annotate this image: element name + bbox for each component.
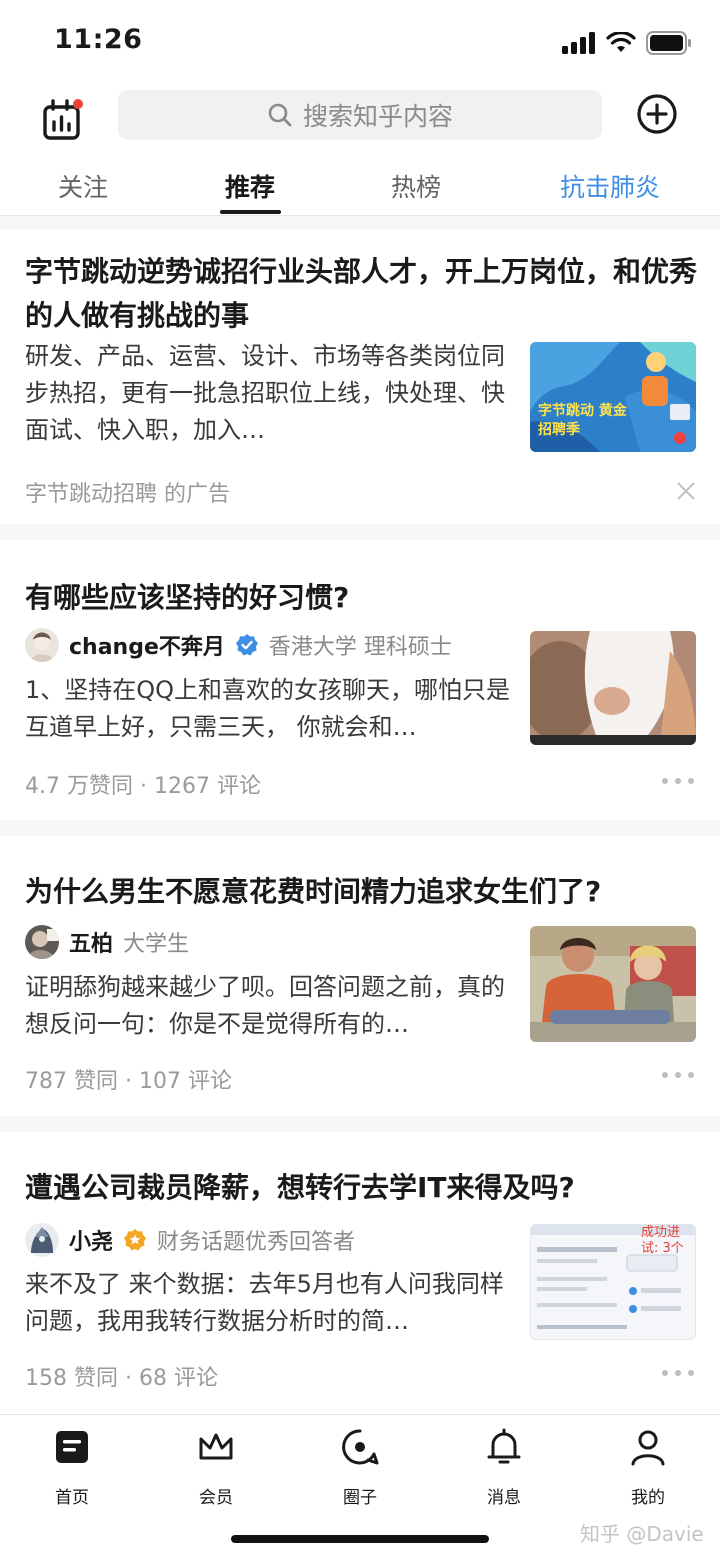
author-row[interactable]: 小尧 财务话题优秀回答者 xyxy=(25,1223,355,1257)
question-title[interactable]: 遭遇公司裁员降薪，想转行去学IT来得及吗? xyxy=(25,1166,700,1210)
thumb-caption: 成功进 试: 3个 xyxy=(641,1225,684,1256)
tab-follow[interactable]: 关注 xyxy=(58,168,108,204)
tab-hot-list[interactable]: 热榜 xyxy=(391,168,441,204)
circle-chat-icon xyxy=(342,1429,379,1465)
home-icon xyxy=(56,1431,88,1463)
author-row[interactable]: 五柏 大学生 xyxy=(25,925,189,959)
tab-recommend[interactable]: 推荐 xyxy=(225,168,275,204)
ad-thumbnail[interactable]: 字节跳动 黄金招聘季 xyxy=(530,342,696,452)
answer-thumbnail[interactable] xyxy=(530,631,696,745)
top-bar: 搜索知乎内容 关注 推荐 热榜 抗击肺炎 xyxy=(0,84,720,216)
nav-membership[interactable]: 会员 xyxy=(166,1427,266,1508)
answer-excerpt[interactable]: 1、坚持在QQ上和喜欢的女孩聊天，哪怕只是互道早上好，只需三天， 你就会和… xyxy=(25,672,515,746)
avatar[interactable] xyxy=(25,925,59,959)
author-row[interactable]: change不奔月 香港大学 理科硕士 xyxy=(25,628,452,662)
wifi-icon xyxy=(606,32,636,52)
feed-tabs: 关注 推荐 热榜 抗击肺炎 xyxy=(0,168,720,216)
more-icon[interactable] xyxy=(662,776,694,786)
question-title[interactable]: 为什么男生不愿意花费时间精力追求女生们了? xyxy=(25,870,700,914)
battery-icon xyxy=(646,31,691,55)
search-box[interactable]: 搜索知乎内容 xyxy=(118,90,602,140)
feed-card[interactable]: 遭遇公司裁员降薪，想转行去学IT来得及吗? 小尧 财务话题优秀回答者 来不及了 … xyxy=(0,1132,720,1414)
more-icon[interactable] xyxy=(662,1070,694,1080)
nav-label: 我的 xyxy=(631,1488,665,1508)
nav-home[interactable]: 首页 xyxy=(22,1427,122,1508)
answer-excerpt[interactable]: 证明舔狗越来越少了呗。回答问题之前，真的想反问一句：你是不是觉得所有的… xyxy=(25,969,515,1043)
answer-stats: 158 赞同 · 68 评论 xyxy=(25,1366,218,1391)
ad-title[interactable]: 字节跳动逆势诚招行业头部人才，开上万岗位，和优秀的人做有挑战的事 xyxy=(25,250,700,338)
nav-messages[interactable]: 消息 xyxy=(454,1427,554,1508)
add-icon[interactable] xyxy=(636,93,678,135)
nav-circles[interactable]: 圈子 xyxy=(310,1427,410,1508)
excellent-answerer-badge-icon xyxy=(124,1229,147,1251)
answer-thumbnail[interactable]: 成功进 试: 3个 xyxy=(530,1224,696,1340)
author-bio: 财务话题优秀回答者 xyxy=(157,1230,356,1255)
author-name[interactable]: 小尧 xyxy=(69,1224,113,1256)
question-title[interactable]: 有哪些应该坚持的好习惯? xyxy=(25,576,700,620)
author-bio: 香港大学 理科硕士 xyxy=(268,635,452,660)
feed-card[interactable]: 为什么男生不愿意花费时间精力追求女生们了? 五柏 大学生 证明舔狗越来越少了呗。… xyxy=(0,836,720,1116)
home-indicator xyxy=(231,1535,489,1543)
nav-profile[interactable]: 我的 xyxy=(598,1427,698,1508)
nav-label: 首页 xyxy=(55,1488,89,1508)
author-name[interactable]: 五柏 xyxy=(69,926,113,958)
more-icon[interactable] xyxy=(662,1368,694,1378)
status-icons xyxy=(562,28,692,58)
search-icon xyxy=(268,103,292,127)
person-icon xyxy=(631,1430,665,1466)
signal-icon xyxy=(562,32,595,54)
verified-badge-icon xyxy=(235,634,258,656)
ad-card[interactable]: 字节跳动逆势诚招行业头部人才，开上万岗位，和优秀的人做有挑战的事 研发、产品、运… xyxy=(0,230,720,524)
answer-thumbnail[interactable] xyxy=(530,926,696,1042)
ad-thumb-text: 字节跳动 黄金招聘季 xyxy=(538,403,627,438)
answer-stats: 787 赞同 · 107 评论 xyxy=(25,1069,232,1094)
ad-sponsor: 字节跳动招聘 的广告 xyxy=(25,482,230,507)
feed-card[interactable]: 有哪些应该坚持的好习惯? change不奔月 香港大学 理科硕士 1、坚持在QQ… xyxy=(0,540,720,820)
answer-excerpt[interactable]: 来不及了 来个数据：去年5月也有人问我同样问题，我用我转行数据分析时的简… xyxy=(25,1266,515,1340)
tab-fight-pneumonia[interactable]: 抗击肺炎 xyxy=(560,168,660,204)
active-tab-indicator xyxy=(220,210,281,214)
avatar[interactable] xyxy=(25,1223,59,1257)
nav-label: 圈子 xyxy=(343,1488,377,1508)
author-bio: 大学生 xyxy=(123,932,190,957)
avatar[interactable] xyxy=(25,628,59,662)
ad-excerpt[interactable]: 研发、产品、运营、设计、市场等各类岗位同步热招，更有一批急招职位上线，快处理、快… xyxy=(25,338,515,449)
author-name[interactable]: change不奔月 xyxy=(69,629,225,661)
close-icon[interactable] xyxy=(674,479,698,503)
answer-stats: 4.7 万赞同 · 1267 评论 xyxy=(25,774,261,799)
bell-icon xyxy=(487,1428,521,1464)
crown-icon xyxy=(199,1433,233,1460)
search-placeholder: 搜索知乎内容 xyxy=(302,102,453,131)
nav-label: 会员 xyxy=(199,1488,233,1508)
watermark: 知乎 @Davie xyxy=(580,1522,704,1546)
status-time: 11:26 xyxy=(54,24,143,55)
nav-label: 消息 xyxy=(487,1488,521,1508)
creator-calendar-icon[interactable] xyxy=(40,96,88,144)
status-bar: 11:26 xyxy=(0,0,720,84)
bottom-nav: 首页 会员 圈子 消息 我的 知乎 @Davie xyxy=(0,1414,720,1558)
